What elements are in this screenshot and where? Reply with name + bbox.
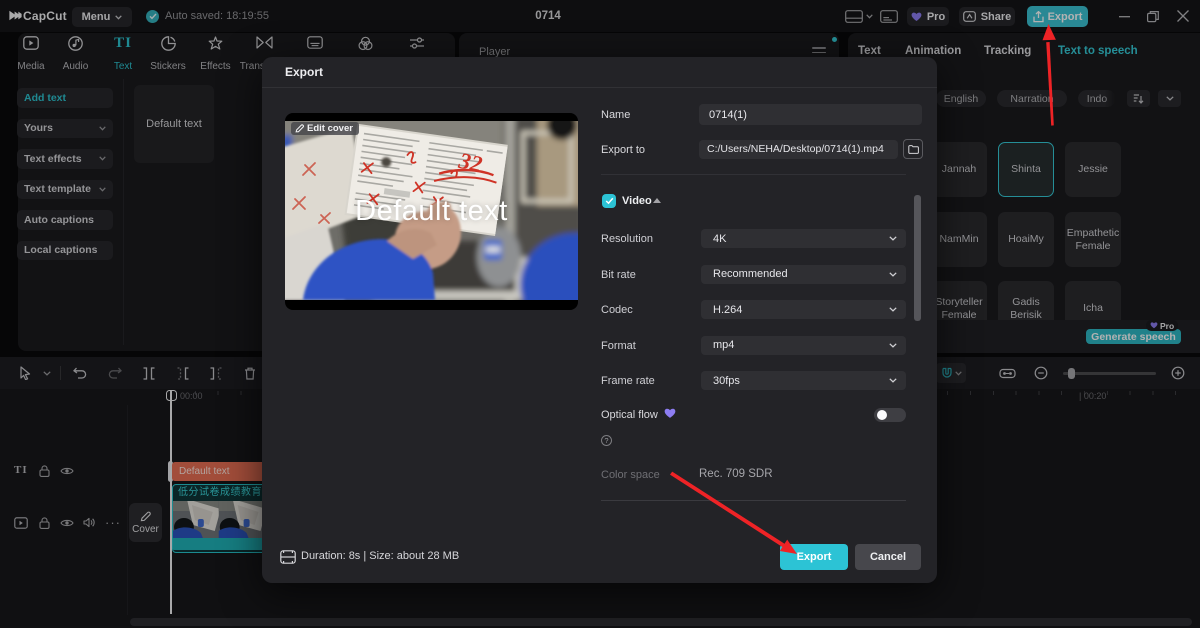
export-dialog-title: Export: [285, 65, 324, 79]
codec-label: Codec: [601, 304, 633, 316]
chevron-down-icon: [889, 236, 897, 241]
help-icon[interactable]: ?: [601, 435, 612, 446]
bitrate-dropdown[interactable]: Recommended: [701, 264, 906, 284]
optical-flow-label: Optical flow: [601, 409, 658, 421]
folder-icon: [907, 144, 919, 154]
chevron-down-icon: [889, 307, 897, 312]
dialog-cancel-button[interactable]: Cancel: [855, 544, 921, 570]
video-section-label: Video: [622, 195, 652, 207]
framerate-dropdown[interactable]: 30fps: [701, 371, 906, 390]
export-to-label: Export to: [601, 144, 646, 156]
name-input[interactable]: 0714(1): [699, 104, 922, 125]
svg-text:32: 32: [456, 148, 485, 177]
collapse-video-icon[interactable]: [653, 198, 661, 203]
export-path-input[interactable]: C:/Users/NEHA/Desktop/0714(1).mp4: [699, 140, 898, 159]
framerate-label: Frame rate: [601, 375, 655, 387]
duration-size-info: Duration: 8s | Size: about 28 MB: [301, 550, 460, 562]
resolution-label: Resolution: [601, 233, 653, 245]
browse-folder-button[interactable]: [903, 139, 923, 159]
form-divider-bottom: [601, 500, 906, 501]
optical-flow-pro-icon: [664, 408, 676, 418]
dialog-title-divider: [262, 87, 937, 88]
chevron-down-icon: [889, 378, 897, 383]
color-space-label: Color space: [601, 469, 660, 481]
edit-cover-button[interactable]: Edit cover: [291, 122, 359, 135]
form-divider-top: [601, 174, 906, 175]
chevron-down-icon: [889, 271, 897, 277]
preview-overlay-text: Default text: [355, 195, 508, 227]
format-dropdown[interactable]: mp4: [701, 335, 906, 355]
film-icon: [280, 550, 296, 564]
check-icon: [605, 197, 613, 205]
bitrate-label: Bit rate: [601, 268, 636, 281]
color-space-value: Rec. 709 SDR: [699, 468, 773, 480]
pencil-icon: [295, 124, 304, 133]
resolution-dropdown[interactable]: 4K: [701, 229, 906, 248]
dialog-scrollbar[interactable]: [914, 195, 921, 321]
capcut-app: CapCut Menu Auto saved: 18:19:55 0714 Pr…: [0, 0, 1200, 628]
chevron-down-icon: [889, 342, 897, 348]
format-label: Format: [601, 339, 636, 352]
codec-dropdown[interactable]: H.264: [701, 300, 906, 319]
name-label: Name: [601, 109, 631, 121]
video-checkbox[interactable]: [602, 194, 616, 208]
dialog-export-button[interactable]: Export: [780, 544, 848, 570]
